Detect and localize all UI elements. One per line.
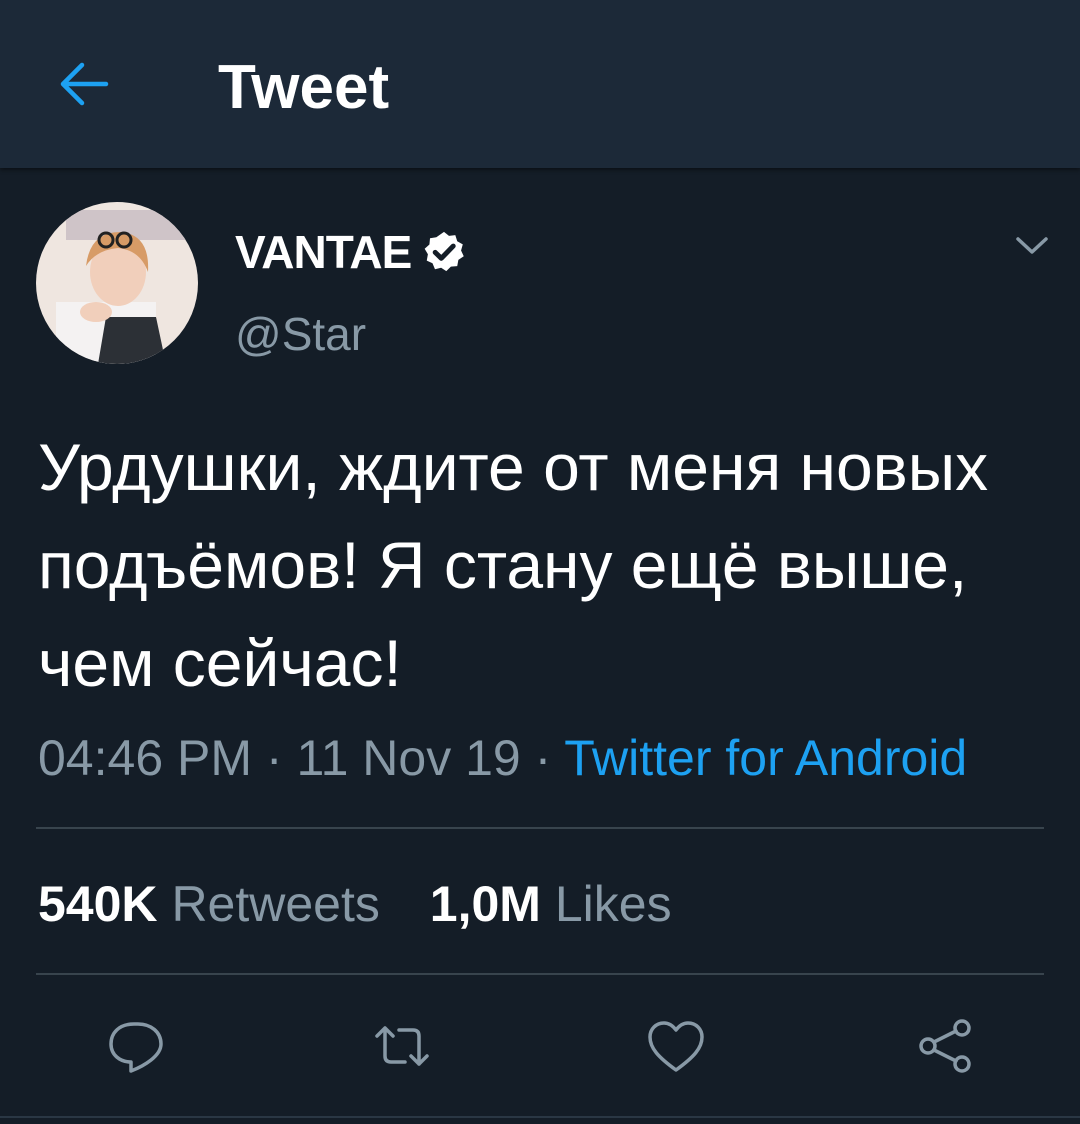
retweet-icon xyxy=(375,1026,429,1066)
tweet-detail-screen: Tweet VANTAE @Star Урдушки, ждите от мен… xyxy=(0,0,1080,1124)
tweet-metadata: 04:46 PM · 11 Nov 19 · Twitter for Andro… xyxy=(38,728,967,788)
author-handle[interactable]: @Star xyxy=(235,306,366,362)
author-display-name[interactable]: VANTAE xyxy=(235,226,467,278)
heart-icon xyxy=(648,1021,704,1072)
author-name-text: VANTAE xyxy=(235,226,412,278)
likes-count: 1,0M xyxy=(429,876,541,932)
retweet-button[interactable] xyxy=(370,1014,434,1078)
verified-badge-icon xyxy=(424,231,465,272)
tweet-options-button[interactable] xyxy=(1008,222,1056,270)
retweets-label: Retweets xyxy=(171,876,380,932)
chevron-down-icon xyxy=(1016,237,1048,254)
arrow-left-icon xyxy=(60,62,109,106)
bottom-divider xyxy=(0,1116,1080,1118)
retweets-count: 540K xyxy=(38,876,158,932)
divider xyxy=(36,973,1044,975)
like-button[interactable] xyxy=(644,1014,708,1078)
top-app-bar: Tweet xyxy=(0,0,1080,168)
meta-separator: · xyxy=(534,730,552,786)
tweet-text: Урдушки, ждите от меня новых подъёмов! Я… xyxy=(38,430,989,700)
likes-label: Likes xyxy=(554,876,672,932)
reply-icon xyxy=(109,1022,163,1073)
page-title: Tweet xyxy=(218,53,390,122)
tweet-date: 11 Nov 19 xyxy=(296,730,521,786)
likes-stat[interactable]: 1,0M Likes xyxy=(430,876,672,932)
back-button[interactable] xyxy=(52,52,116,116)
tweet-source-link[interactable]: Twitter for Android xyxy=(564,730,967,786)
avatar[interactable] xyxy=(36,202,198,364)
meta-separator: · xyxy=(265,730,283,786)
tweet-time: 04:46 PM xyxy=(38,730,253,786)
retweets-stat[interactable]: 540K Retweets xyxy=(38,876,380,932)
share-button[interactable] xyxy=(914,1014,978,1078)
divider xyxy=(36,827,1044,829)
share-icon xyxy=(919,1019,971,1073)
engagement-stats: 540K Retweets 1,0M Likes xyxy=(38,874,672,934)
reply-button[interactable] xyxy=(104,1014,168,1078)
